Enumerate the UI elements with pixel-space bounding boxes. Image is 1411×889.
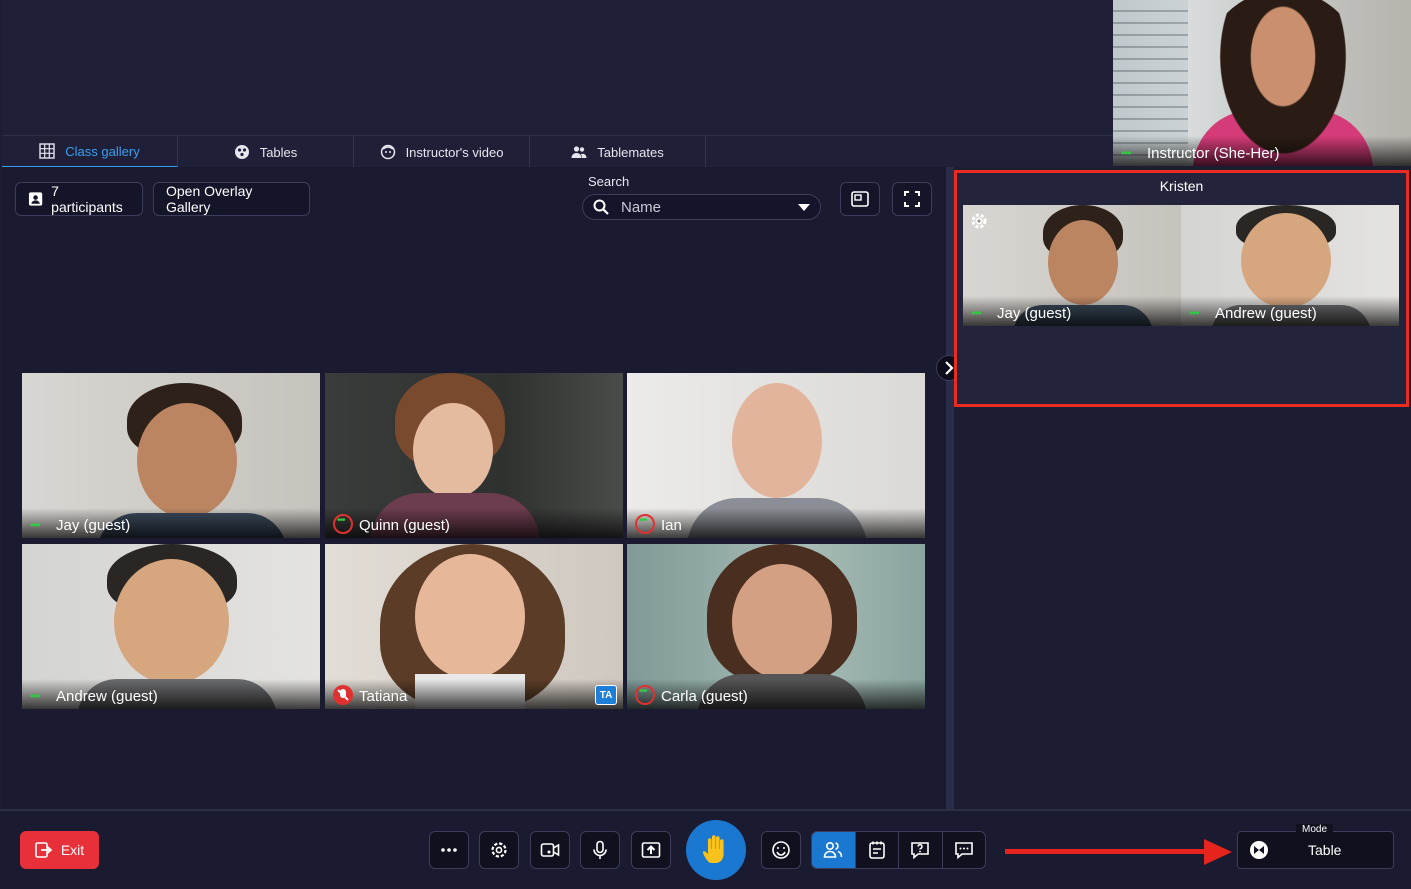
instructor-name: Instructor (She-Her) [1147,145,1280,162]
search-icon [593,199,609,215]
instructor-video[interactable]: Instructor (She-Her) [1113,0,1411,166]
picture-in-picture-button[interactable] [840,182,880,216]
gear-icon[interactable] [969,211,989,231]
table-member-tile[interactable]: Andrew (guest) [1181,205,1399,326]
chat-bubble-icon [954,842,973,860]
camera-icon [540,843,560,857]
mode-label: Mode [1296,824,1334,835]
raise-hand-button[interactable] [686,820,746,880]
exit-button[interactable]: Exit [20,831,99,869]
table-member-tile[interactable]: Jay (guest) [963,205,1181,326]
tables-icon [234,145,249,159]
mic-muted-icon [333,685,353,705]
tab-tablemates[interactable]: Tablemates [530,136,706,168]
app-window: Instructor (She-Her) Class gallery Table… [0,0,1411,889]
open-overlay-gallery-button[interactable]: Open Overlay Gallery [153,182,310,216]
participant-name: Carla (guest) [661,688,748,705]
camera-button[interactable] [530,831,570,869]
search-select[interactable]: Name [582,194,821,220]
participant-avatar [1241,213,1331,308]
people-icon [571,146,587,158]
microphone-button[interactable] [580,831,620,869]
raise-hand-icon [702,835,724,863]
connecting-status-icon [635,514,655,534]
video-tile[interactable]: Andrew (guest) [22,544,320,709]
participant-name: Ian [661,517,682,534]
mode-selector[interactable]: Table [1237,831,1394,869]
share-screen-icon [641,842,661,858]
smiley-icon [772,841,790,859]
connecting-status-icon [333,514,353,534]
participant-avatar [415,554,525,679]
questions-button[interactable] [899,832,943,868]
participant-avatar [413,403,493,498]
share-screen-button[interactable] [631,831,671,869]
more-icon [441,848,457,852]
connection-status-icon [1121,146,1141,162]
reactions-button[interactable] [761,831,801,869]
fullscreen-button[interactable] [892,182,932,216]
fullscreen-icon [904,191,920,207]
video-tile[interactable]: Tatiana TA [325,544,623,709]
panel-toggle-group [811,831,986,869]
video-tile[interactable]: Quinn (guest) [325,373,623,538]
video-tile[interactable]: Carla (guest) [627,544,925,709]
panel-splitter[interactable] [946,167,954,809]
notes-button[interactable] [856,832,899,868]
notepad-icon [868,841,885,859]
participant-name: Andrew (guest) [56,688,158,705]
video-tile[interactable]: Ian [627,373,925,538]
annotation-arrow-head [1204,839,1232,865]
participant-name: Jay (guest) [56,517,131,534]
tab-class-gallery[interactable]: Class gallery [2,136,178,168]
gear-icon [491,842,507,858]
settings-button[interactable] [479,831,519,869]
view-tabs: Class gallery Tables Instructor's video … [2,135,1113,168]
exit-icon [35,842,53,858]
more-options-button[interactable] [429,831,469,869]
participants-button[interactable]: 7 participants [15,182,143,216]
search-label: Search [588,174,630,189]
microphone-icon [593,840,607,859]
connection-status-icon [30,689,50,705]
participant-name: Tatiana [359,688,408,705]
tab-tables[interactable]: Tables [178,136,354,168]
participant-avatar [732,383,822,498]
participant-name: Andrew (guest) [1215,305,1317,322]
ta-badge: TA [595,685,617,705]
picture-in-picture-icon [851,191,869,207]
search-value: Name [621,198,662,216]
participant-avatar [732,564,832,679]
chevron-down-icon [798,203,810,211]
participant-avatar [1048,220,1118,305]
table-card[interactable]: Kristen Jay (guest) Andrew (guest) [954,170,1409,407]
chat-button[interactable] [943,832,986,868]
participants-panel-button[interactable] [812,832,856,868]
connection-status-icon [1189,306,1209,322]
table-title: Kristen [1159,178,1204,194]
people-icon [823,841,843,858]
tab-instructors-video[interactable]: Instructor's video [354,136,530,168]
video-tile[interactable]: Jay (guest) [22,373,320,538]
mode-value: Table [1308,842,1342,858]
grid-icon [39,143,55,159]
contact-card-icon [28,192,43,206]
mode-toggle-icon [1250,841,1268,859]
face-icon [380,144,395,160]
top-empty-area [2,0,1113,135]
annotation-arrow [1005,849,1205,854]
participant-avatar [137,403,237,518]
question-bubble-icon [911,842,930,860]
participant-name: Jay (guest) [997,305,1072,322]
connection-status-icon [971,306,991,322]
participant-name: Quinn (guest) [359,517,450,534]
connecting-status-icon [635,685,655,705]
connection-status-icon [30,518,50,534]
participant-avatar [114,559,229,684]
